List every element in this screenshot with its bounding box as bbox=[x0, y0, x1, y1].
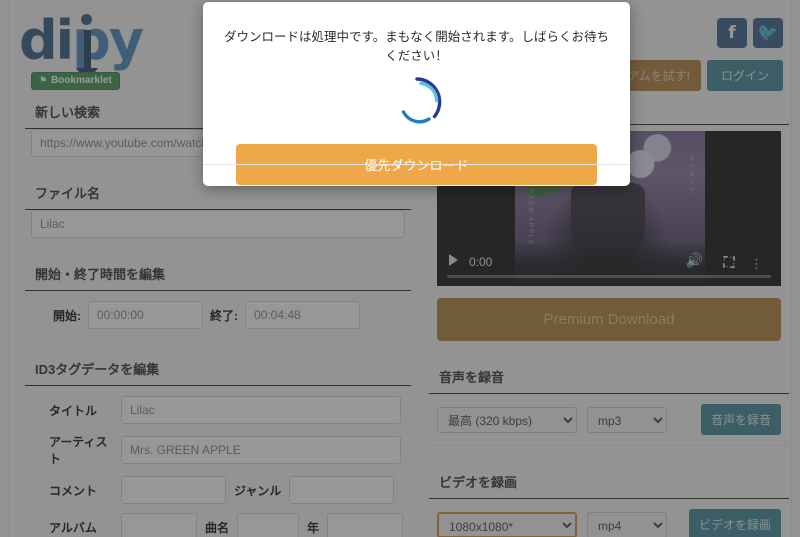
modal-message: ダウンロードは処理中です。まもなく開始されます。しばらくお待ちください！ bbox=[223, 30, 609, 63]
modal-footer bbox=[203, 164, 630, 186]
loading-spinner-icon bbox=[203, 74, 630, 130]
download-processing-modal: ダウンロードは処理中です。まもなく開始されます。しばらくお待ちください！ 優先ダ… bbox=[203, 2, 630, 186]
